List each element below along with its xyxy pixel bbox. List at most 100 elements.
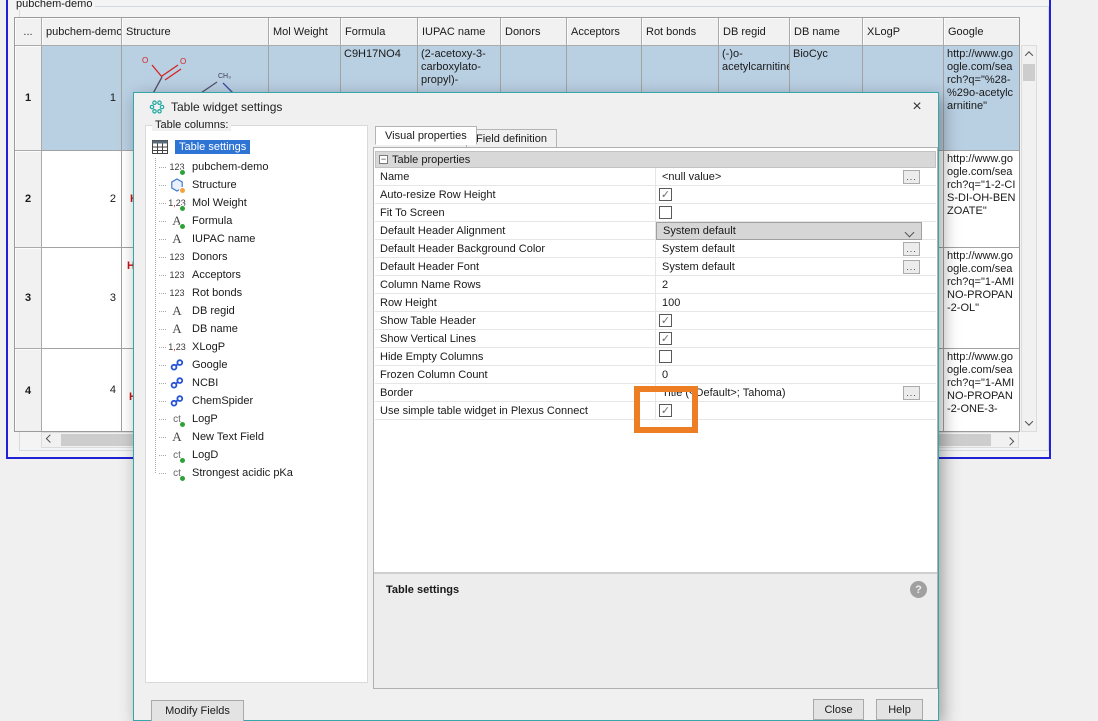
tree-node-logp[interactable]: ct LogP — [159, 410, 218, 428]
cell-google[interactable]: http://www.google.com/search?q="%28-%29o… — [944, 46, 1020, 151]
help-button[interactable]: Help — [876, 699, 923, 720]
tree-node-chemspider[interactable]: ChemSpider — [159, 392, 253, 410]
tree-node-db-name[interactable]: A DB name — [159, 320, 238, 338]
tab-field-definition[interactable]: Field definition — [466, 129, 557, 148]
column-header-iupac-name[interactable]: IUPAC name — [418, 18, 501, 46]
row-header[interactable]: 3 — [15, 248, 42, 349]
property-value[interactable]: System default — [662, 243, 735, 255]
tree-node-acceptors[interactable]: 123 Acceptors — [159, 266, 241, 284]
text-field-icon: A — [166, 231, 188, 247]
url-link-icon — [166, 357, 188, 373]
property-value[interactable]: 100 — [662, 297, 680, 309]
property-row-show-vertical-lines: Show Vertical Lines ✓ — [375, 330, 936, 348]
cell-pubchem-demo[interactable]: 2 — [42, 151, 122, 248]
vertical-scroll-thumb[interactable] — [1023, 64, 1035, 81]
atom-ch3: CH₃ — [218, 73, 231, 80]
close-button[interactable]: Close — [813, 699, 864, 720]
tree-node-new-text-field[interactable]: A New Text Field — [159, 428, 264, 446]
column-header-rot-bonds[interactable]: Rot bonds — [642, 18, 719, 46]
property-value[interactable]: <null value> — [662, 171, 721, 183]
dialog-title: Table widget settings — [171, 100, 282, 114]
property-value[interactable]: 0 — [662, 369, 668, 381]
checkbox[interactable]: ✓ — [659, 332, 672, 345]
tree-node-donors[interactable]: 123 Donors — [159, 248, 227, 266]
row-header[interactable]: 2 — [15, 151, 42, 248]
property-row-default-header-alignment: Default Header Alignment System default — [375, 222, 936, 240]
property-group-header[interactable]: − Table properties — [375, 151, 936, 168]
column-header-formula[interactable]: Formula — [341, 18, 418, 46]
ellipsis-editor-button[interactable]: ... — [903, 170, 920, 184]
tree-node-structure[interactable]: Structure — [159, 176, 237, 194]
checkbox[interactable] — [659, 206, 672, 219]
column-header-db-regid[interactable]: DB regid — [719, 18, 790, 46]
atom-o-minus: O — [142, 56, 148, 65]
close-icon[interactable]: × — [906, 96, 928, 118]
ellipsis-editor-button[interactable]: ... — [903, 260, 920, 274]
column-header-pubchem-demo[interactable]: pubchem-demo — [42, 18, 122, 46]
tree-node-logd[interactable]: ct LogD — [159, 446, 218, 464]
ellipsis-editor-button[interactable]: ... — [903, 242, 920, 256]
dropdown-select[interactable]: System default — [656, 222, 922, 240]
cell-google[interactable]: http://www.google.com/search?q="1-2-CIS-… — [944, 151, 1020, 248]
column-header-mol-weight[interactable]: Mol Weight — [269, 18, 341, 46]
property-value[interactable]: System default — [662, 261, 735, 273]
tree-node-strongest-acidic-pka[interactable]: ct Strongest acidic pKa — [159, 464, 293, 482]
cell-pubchem-demo[interactable]: 4 — [42, 349, 122, 432]
checkbox[interactable] — [659, 350, 672, 363]
cell-google[interactable]: http://www.google.com/search?q="1-AMINO-… — [944, 349, 1020, 432]
scroll-right-arrow-icon[interactable] — [1003, 433, 1017, 447]
tree-node-google[interactable]: Google — [159, 356, 227, 374]
indexed-badge-icon — [179, 169, 186, 176]
column-header-structure[interactable]: Structure — [122, 18, 269, 46]
checkbox[interactable]: ✓ — [659, 314, 672, 327]
row-header[interactable]: 4 — [15, 349, 42, 432]
structure-field-icon — [166, 177, 188, 193]
row-header[interactable]: 1 — [15, 46, 42, 151]
decimal-field-icon: 1,23 — [166, 195, 188, 211]
column-header-db-name[interactable]: DB name — [790, 18, 863, 46]
tree-node-pubchem-demo[interactable]: 123 pubchem-demo — [159, 158, 268, 176]
column-header-acceptors[interactable]: Acceptors — [567, 18, 642, 46]
tree-node-rot-bonds[interactable]: 123 Rot bonds — [159, 284, 242, 302]
calculated-field-icon: ct — [166, 465, 188, 481]
property-value[interactable]: 2 — [662, 279, 668, 291]
property-row-default-header-font: Default Header Font System default ... — [375, 258, 936, 276]
tree-node-formula[interactable]: A Formula — [159, 212, 232, 230]
tab-visual-properties[interactable]: Visual properties — [375, 126, 477, 145]
property-row-name: Name <null value> ... — [375, 168, 936, 186]
column-header-donors[interactable]: Donors — [501, 18, 567, 46]
integer-field-icon: 123 — [166, 159, 188, 175]
collapse-icon[interactable]: − — [379, 155, 388, 164]
tree-node-db-regid[interactable]: A DB regid — [159, 302, 235, 320]
tree-node-table-settings[interactable]: Table settings — [149, 138, 250, 156]
column-header-xlogp[interactable]: XLogP — [863, 18, 944, 46]
scroll-down-arrow-icon[interactable] — [1022, 416, 1036, 430]
decimal-field-icon: 1,23 — [166, 339, 188, 355]
property-row-auto-resize-row-height: Auto-resize Row Height ✓ — [375, 186, 936, 204]
dropdown-chevron-icon — [905, 228, 915, 238]
modify-fields-button[interactable]: Modify Fields — [151, 700, 244, 721]
table-corner-button[interactable]: ... — [15, 18, 42, 46]
tree-node-label: Table settings — [175, 140, 250, 154]
indexed-badge-icon — [179, 475, 186, 482]
tree-node-iupac-name[interactable]: A IUPAC name — [159, 230, 255, 248]
dialog-titlebar[interactable]: Table widget settings × — [134, 93, 938, 121]
scroll-up-arrow-icon[interactable] — [1022, 47, 1036, 61]
tree-node-ncbi[interactable]: NCBI — [159, 374, 218, 392]
tree-node-mol-weight[interactable]: 1,23 Mol Weight — [159, 194, 247, 212]
help-icon[interactable]: ? — [910, 581, 927, 598]
column-header-google[interactable]: Google — [944, 18, 1020, 46]
ellipsis-editor-button[interactable]: ... — [903, 386, 920, 400]
checkbox[interactable]: ✓ — [659, 188, 672, 201]
calculated-field-icon: ct — [166, 447, 188, 463]
indexed-badge-icon — [179, 457, 186, 464]
tree-connector-line — [155, 158, 156, 474]
url-link-icon — [166, 393, 188, 409]
table-widget-settings-dialog: Table widget settings × Table columns: T… — [133, 92, 939, 721]
table-vertical-scrollbar[interactable] — [1021, 45, 1037, 432]
tree-node-xlogp[interactable]: 1,23 XLogP — [159, 338, 225, 356]
cell-pubchem-demo[interactable]: 3 — [42, 248, 122, 349]
cell-pubchem-demo[interactable]: 1 — [42, 46, 122, 151]
scroll-left-arrow-icon[interactable] — [43, 433, 57, 447]
cell-google[interactable]: http://www.google.com/search?q="1-AMINO-… — [944, 248, 1020, 349]
